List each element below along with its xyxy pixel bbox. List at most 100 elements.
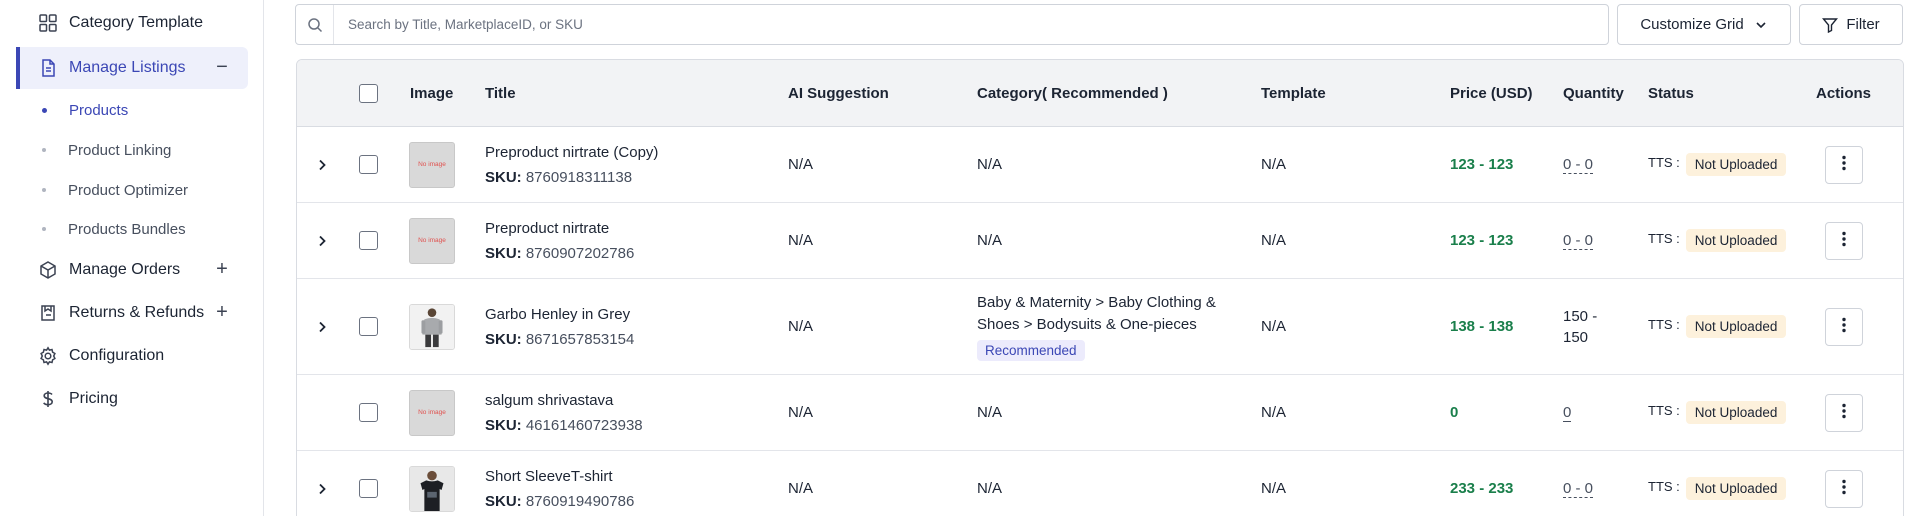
quantity-cell: 150 - 150: [1563, 279, 1615, 374]
chevron-right-icon: [315, 158, 329, 172]
sku-label: SKU:: [485, 168, 522, 186]
table-row: Garbo Henley in Grey SKU: 8671657853154 …: [297, 279, 1903, 375]
row-actions-button[interactable]: [1825, 307, 1863, 346]
more-vertical-icon: [1842, 479, 1846, 499]
row-checkbox[interactable]: [359, 317, 378, 336]
quantity-value[interactable]: 0 - 0: [1563, 480, 1594, 498]
row-checkbox[interactable]: [359, 403, 378, 422]
sidebar-item-manage-orders[interactable]: Manage Orders +: [16, 249, 248, 291]
sidebar-item-label: Category Template: [69, 14, 203, 31]
row-actions-button[interactable]: [1825, 393, 1863, 432]
select-all-checkbox-cell: [359, 60, 378, 127]
sidebar: Category Template Manage Listings − Prod…: [0, 0, 264, 516]
sidebar-subitem-label: Product Optimizer: [68, 181, 189, 199]
quantity-cell: 0 - 0: [1563, 203, 1594, 278]
bullet-icon: [42, 188, 46, 192]
price-cell: 138 - 138: [1450, 279, 1513, 374]
sidebar-item-manage-listings[interactable]: Manage Listings −: [16, 47, 248, 89]
table-row: No image Preproduct nirtrate (Copy) SKU:…: [297, 127, 1903, 203]
header-status: Status: [1648, 85, 1694, 102]
ai-suggestion-value: N/A: [788, 318, 814, 335]
quantity-value[interactable]: 0: [1563, 404, 1572, 422]
no-image-placeholder: No image: [409, 217, 455, 264]
sidebar-item-category-template[interactable]: Category Template: [16, 2, 248, 44]
sidebar-subitem-product-linking[interactable]: Product Linking: [42, 136, 171, 164]
bullet-icon: [42, 107, 47, 113]
ai-suggestion-value: N/A: [788, 404, 814, 421]
header-category: Category( Recommended ): [977, 85, 1168, 102]
sidebar-item-label: Returns & Refunds: [69, 304, 205, 321]
more-vertical-icon: [1842, 403, 1846, 423]
tts-label: TTS :: [1648, 403, 1680, 418]
sidebar-subitem-label: Products: [69, 101, 129, 119]
row-actions-button[interactable]: [1825, 469, 1863, 508]
quantity-value[interactable]: 0 - 0: [1563, 156, 1594, 174]
expand-row-button[interactable]: [315, 451, 329, 516]
sku-label: SKU:: [485, 492, 522, 510]
row-actions-button[interactable]: [1825, 145, 1863, 184]
row-checkbox[interactable]: [359, 231, 378, 250]
template-value: N/A: [1261, 156, 1287, 173]
price-value: 123 - 123: [1450, 156, 1514, 173]
sidebar-subitem-products-bundles[interactable]: Products Bundles: [42, 215, 186, 243]
search-input[interactable]: [334, 5, 1608, 44]
tts-label: TTS :: [1648, 479, 1680, 494]
sidebar-item-returns-refunds[interactable]: Returns & Refunds +: [16, 292, 248, 334]
collapse-icon[interactable]: −: [212, 56, 232, 78]
product-title: salgum shrivastava: [485, 391, 614, 409]
status-badge: Not Uploaded: [1685, 315, 1787, 338]
expand-icon[interactable]: +: [212, 258, 232, 280]
sidebar-subitem-product-optimizer[interactable]: Product Optimizer: [42, 176, 188, 204]
expand-row-button[interactable]: [315, 203, 329, 278]
tshirt-image: [410, 466, 454, 511]
template-value: N/A: [1261, 480, 1287, 497]
chevron-right-icon: [315, 482, 329, 496]
sidebar-subitem-products[interactable]: Products: [42, 96, 128, 124]
row-checkbox[interactable]: [359, 155, 378, 174]
status-badge: Not Uploaded: [1685, 229, 1787, 252]
row-checkbox[interactable]: [359, 479, 378, 498]
template-value: N/A: [1261, 318, 1287, 335]
dollar-icon: [38, 389, 58, 409]
category-value: Baby & Maternity > Baby Clothing & Shoes…: [977, 294, 1216, 333]
title-cell: Preproduct nirtrate SKU: 8760907202786: [485, 203, 634, 278]
table-header: Image Title AI Suggestion Category( Reco…: [297, 60, 1903, 127]
category-cell: Baby & Maternity > Baby Clothing & Shoes…: [977, 279, 1247, 374]
product-title: Garbo Henley in Grey: [485, 305, 631, 323]
price-cell: 123 - 123: [1450, 203, 1513, 278]
select-all-checkbox[interactable]: [359, 84, 378, 103]
expand-row-button[interactable]: [315, 279, 329, 374]
sidebar-item-pricing[interactable]: Pricing: [16, 378, 248, 420]
price-cell: 233 - 233: [1450, 451, 1513, 516]
actions-cell: [1825, 451, 1863, 516]
no-image-placeholder: No image: [409, 389, 455, 436]
sidebar-item-label: Manage Orders: [69, 261, 181, 278]
sidebar-item-label: Pricing: [69, 390, 118, 407]
category-value: N/A: [977, 404, 1003, 421]
filter-button[interactable]: Filter: [1799, 4, 1903, 45]
sku-value: 8760907202786: [525, 244, 635, 262]
bullet-icon: [42, 148, 46, 152]
sidebar-item-configuration[interactable]: Configuration: [16, 335, 248, 377]
bullet-icon: [42, 227, 46, 231]
sku-value: 8760918311138: [525, 168, 633, 186]
header-image: Image: [410, 85, 454, 102]
quantity-value[interactable]: 0 - 0: [1563, 232, 1594, 250]
expand-icon[interactable]: +: [212, 301, 232, 323]
sku-label: SKU:: [485, 244, 522, 262]
more-vertical-icon: [1842, 231, 1846, 251]
chevron-right-icon: [315, 234, 329, 248]
status-cell: TTS : Not Uploaded: [1648, 451, 1787, 516]
status-badge: Not Uploaded: [1685, 153, 1787, 176]
row-actions-button[interactable]: [1825, 221, 1863, 260]
product-sku: SKU: 8760918311138: [485, 169, 632, 186]
grid-icon: [38, 13, 58, 33]
product-sku: SKU: 8671657853154: [485, 331, 634, 348]
status-cell: TTS : Not Uploaded: [1648, 279, 1787, 374]
customize-grid-label: Customize Grid: [1640, 16, 1744, 33]
status-badge: Not Uploaded: [1685, 401, 1787, 424]
customize-grid-button[interactable]: Customize Grid: [1617, 4, 1791, 45]
search-box: [295, 4, 1609, 45]
row-checkbox-cell: [359, 451, 378, 516]
expand-row-button[interactable]: [315, 127, 329, 202]
